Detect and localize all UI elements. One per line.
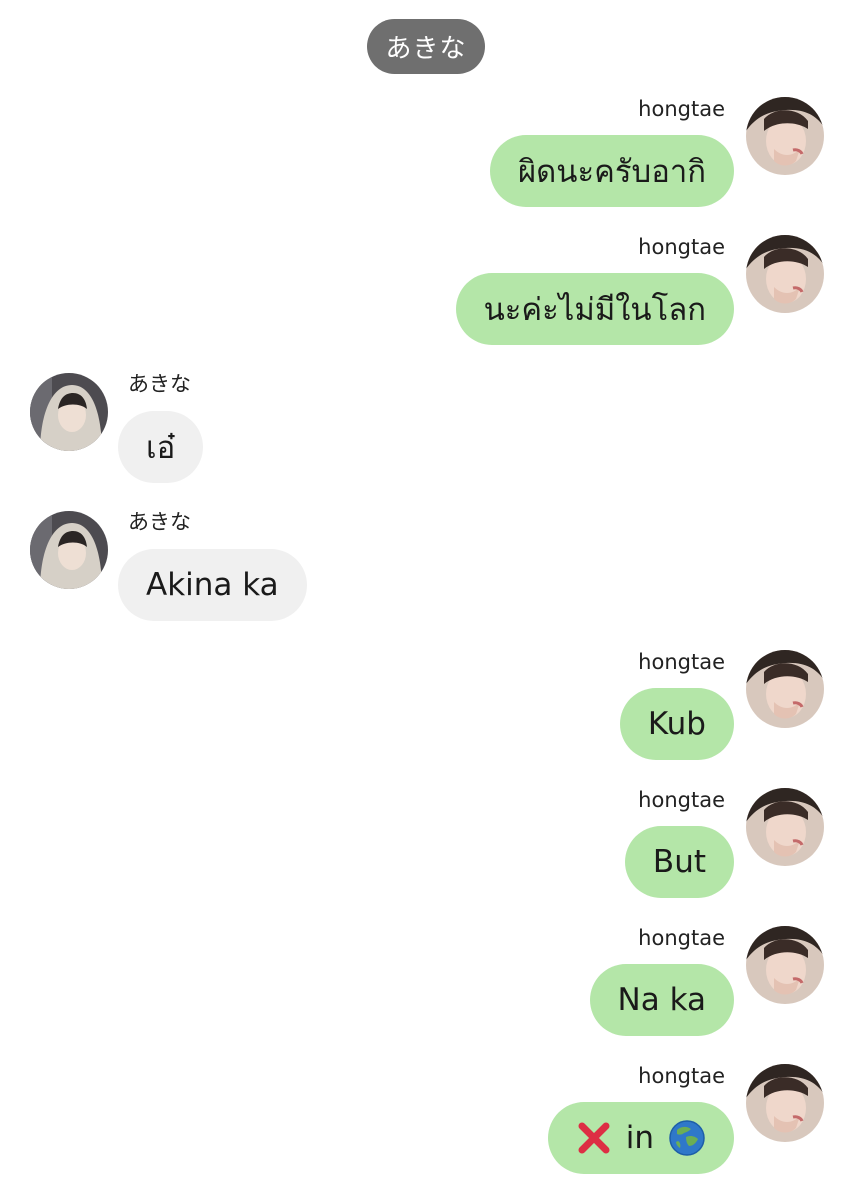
avatar-akina[interactable] [30, 373, 108, 451]
sender-name: あきな [128, 372, 191, 396]
avatar-hongtae[interactable] [746, 97, 824, 175]
avatar-hongtae[interactable] [746, 788, 824, 866]
message-text: in [625, 1120, 654, 1156]
message-bubble[interactable]: But [624, 826, 734, 898]
sender-name: あきな [128, 510, 191, 534]
message-bubble[interactable]: Akina ka [118, 549, 307, 621]
sender-name: hongtae [638, 788, 725, 812]
sender-name: hongtae [638, 235, 725, 259]
sender-name: hongtae [638, 926, 725, 950]
avatar-akina[interactable] [30, 511, 108, 589]
sender-name: hongtae [638, 1064, 725, 1088]
message-bubble[interactable]: นะค่ะไม่มีในโลก [455, 273, 734, 345]
globe-icon [668, 1119, 706, 1157]
message-bubble[interactable]: in [547, 1102, 734, 1174]
message-bubble[interactable]: Kub [619, 688, 734, 760]
avatar-hongtae[interactable] [746, 1064, 824, 1142]
avatar-hongtae[interactable] [746, 926, 824, 1004]
message-bubble[interactable]: เอ๋ [118, 411, 204, 483]
sender-name: hongtae [638, 650, 725, 674]
message-bubble[interactable]: ผิดนะครับอากิ [490, 135, 734, 207]
sender-name: hongtae [638, 97, 725, 121]
avatar-hongtae[interactable] [746, 235, 824, 313]
avatar-hongtae[interactable] [746, 650, 824, 728]
cross-mark-icon [576, 1120, 612, 1156]
message-bubble[interactable]: Na ka [589, 964, 734, 1036]
chat-title-pill[interactable]: あきな [367, 19, 485, 74]
